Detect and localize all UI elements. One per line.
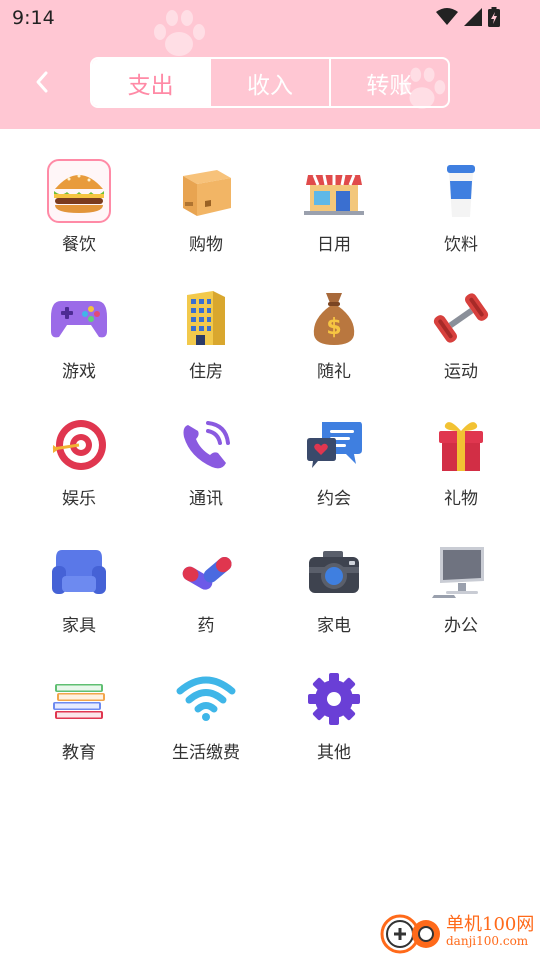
monitor-icon [432,547,484,598]
category-icon-frame [47,540,111,604]
category-housing[interactable]: 住房 [142,256,270,383]
category-other[interactable]: 其他 [270,637,398,764]
category-medicine[interactable]: 药 [142,510,270,637]
svg-text:$: $ [326,315,341,340]
category-label: 餐饮 [62,235,96,255]
category-telecom[interactable]: 通讯 [142,383,270,510]
chat-icon [307,422,362,468]
gift-icon [439,422,483,471]
category-sports[interactable]: 运动 [397,256,525,383]
category-icon-frame: $ [302,286,366,350]
category-label: 饮料 [444,235,478,255]
cell-signal-icon [464,8,482,26]
category-office[interactable]: 办公 [397,510,525,637]
category-icon-frame [47,159,111,223]
watermark: 单机100网 danji100.com [380,904,540,960]
category-label: 药 [197,616,215,636]
phone-icon [183,421,230,469]
category-icon-frame [47,667,111,731]
category-furniture[interactable]: 家具 [15,510,143,637]
back-button[interactable] [26,66,58,98]
category-icon-frame [429,286,493,350]
tab-transfer[interactable]: 转账 [331,59,448,106]
dumbbell-icon [433,293,489,343]
category-gifts-money[interactable]: $ 随礼 [270,256,398,383]
category-label: 运动 [444,362,478,382]
category-games[interactable]: 游戏 [15,256,143,383]
chevron-left-icon [36,71,48,93]
category-label: 约会 [317,489,351,509]
category-label: 礼物 [444,489,478,509]
category-label: 购物 [189,235,223,255]
category-shopping[interactable]: 购物 [142,129,270,256]
tab-expense[interactable]: 支出 [92,59,212,106]
category-label: 办公 [444,616,478,636]
category-icon-frame [302,413,366,477]
battery-icon [488,7,500,27]
tab-income[interactable]: 收入 [211,59,331,106]
category-icon-frame [302,159,366,223]
category-utilities[interactable]: 生活缴费 [142,637,270,764]
armchair-icon [52,550,106,594]
money-bag-icon: $ [313,293,355,345]
category-dating[interactable]: 约会 [270,383,398,510]
header: 9:14 支出 收入 转账 [0,0,540,129]
category-label: 家电 [317,616,351,636]
watermark-brand: 单机100网 [446,914,535,935]
watermark-url: danji100.com [446,934,529,948]
gear-icon [308,673,360,725]
wifi-signal-icon [436,8,458,25]
category-icon-frame [174,413,238,477]
category-icon-frame [174,159,238,223]
building-icon [187,291,225,345]
camera-icon [309,551,359,593]
category-label: 住房 [189,362,223,382]
category-label: 教育 [62,743,96,763]
wifi-icon [176,676,236,721]
status-bar: 9:14 [0,0,540,38]
category-icon-frame [429,540,493,604]
category-dining[interactable]: 餐饮 [15,129,143,256]
category-label: 生活缴费 [172,743,240,763]
category-daily[interactable]: 日用 [270,129,398,256]
pill-icon [182,556,232,590]
category-icon-frame [174,286,238,350]
type-segmented-control: 支出 收入 转账 [90,57,450,108]
category-icon-frame [429,159,493,223]
category-label: 游戏 [62,362,96,382]
box-icon [183,170,231,216]
category-icon-frame [47,413,111,477]
category-entertainment[interactable]: 娱乐 [15,383,143,510]
category-icon-frame [174,540,238,604]
category-drinks[interactable]: 饮料 [397,129,525,256]
cup-icon [447,165,475,217]
category-label: 通讯 [189,489,223,509]
gamepad-icon [51,301,107,338]
store-icon [304,174,364,215]
category-presents[interactable]: 礼物 [397,383,525,510]
books-icon [53,684,105,719]
category-icon-frame [429,413,493,477]
watermark-logo-icon [380,914,440,954]
category-label: 家具 [62,616,96,636]
status-time: 9:14 [12,7,55,29]
category-icon-frame [174,667,238,731]
category-icon-frame [47,286,111,350]
category-icon-frame [302,540,366,604]
category-education[interactable]: 教育 [15,637,143,764]
category-label: 日用 [317,235,351,255]
category-label: 其他 [317,743,351,763]
category-label: 娱乐 [62,489,96,509]
category-appliances[interactable]: 家电 [270,510,398,637]
status-icons [436,7,500,27]
target-icon [52,420,106,470]
category-label: 随礼 [317,362,351,382]
category-icon-frame [302,667,366,731]
burger-icon [54,174,104,213]
